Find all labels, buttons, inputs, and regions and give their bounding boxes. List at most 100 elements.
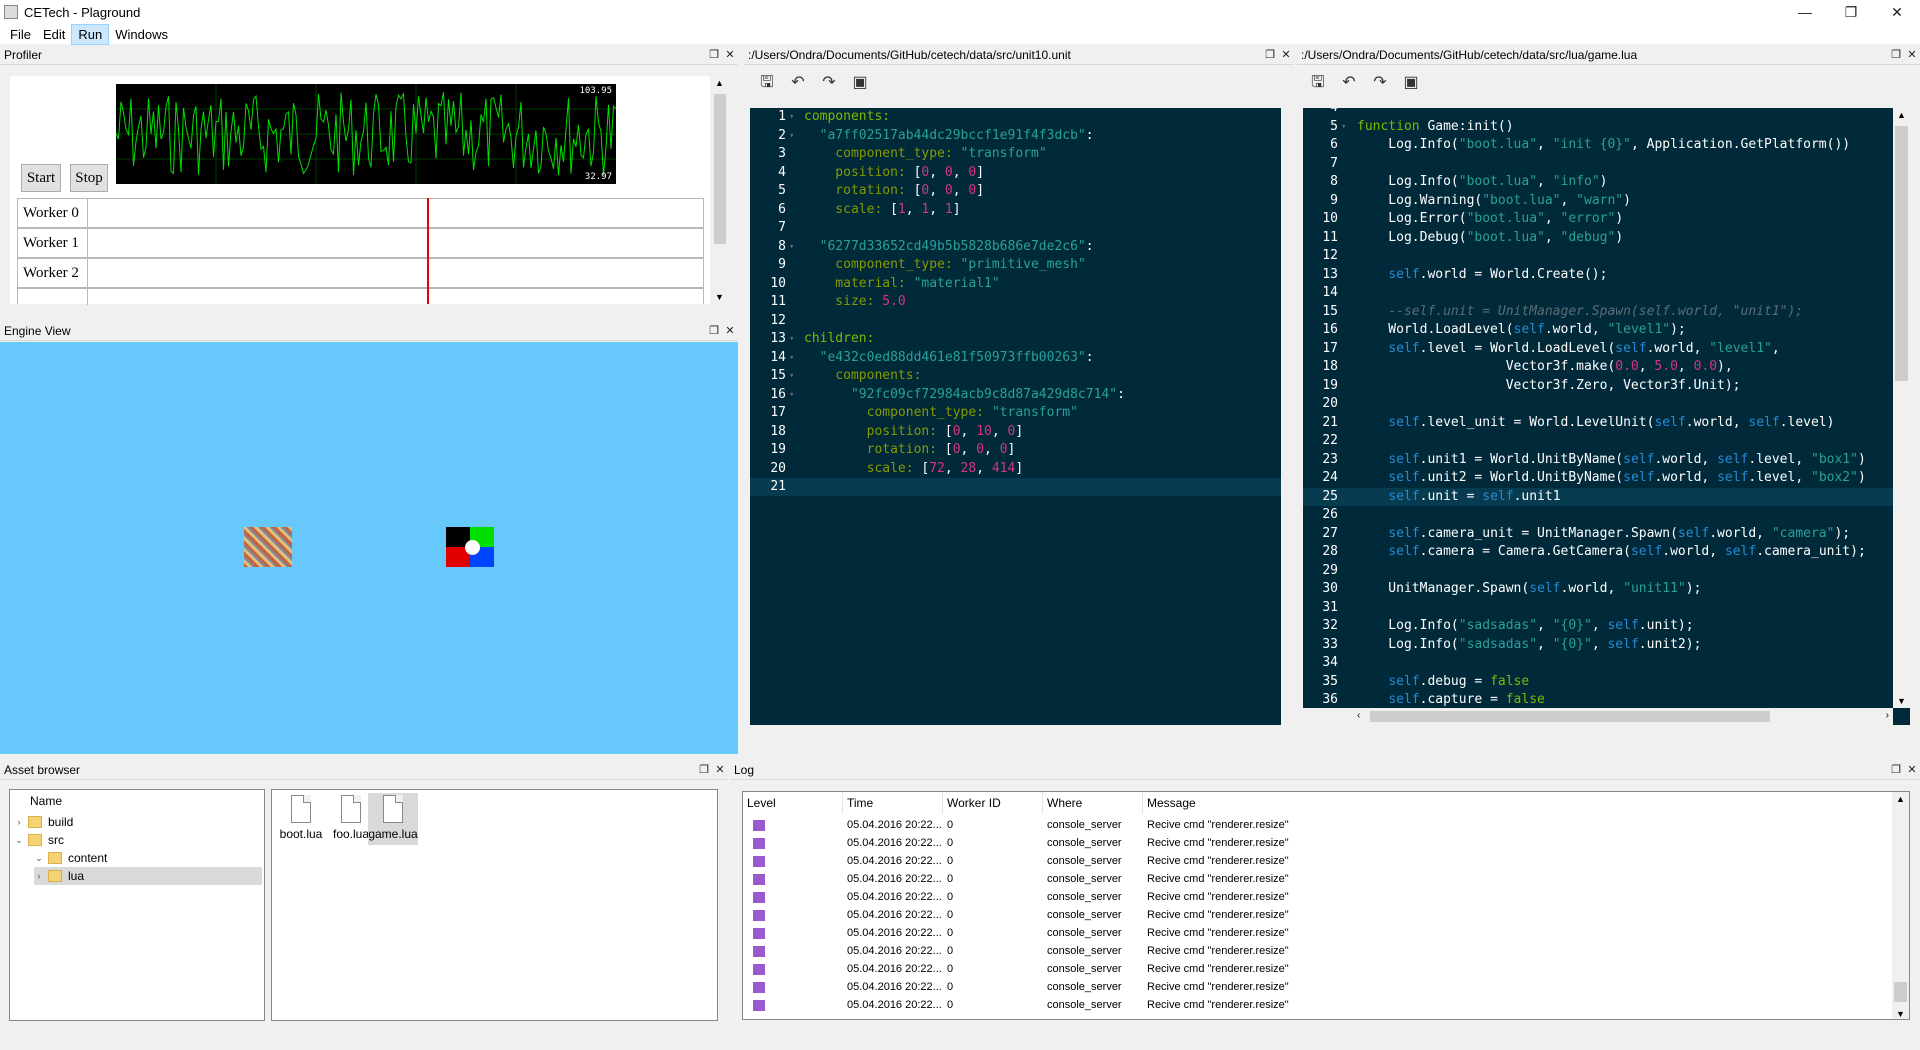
scroll-left-icon[interactable]: ‹ bbox=[1357, 710, 1360, 721]
close-icon[interactable]: ✕ bbox=[1904, 48, 1920, 61]
code-line[interactable]: 31 bbox=[1303, 599, 1893, 617]
code-line[interactable]: 10 material: "material1" bbox=[750, 275, 1281, 293]
file-item-selected[interactable]: game.lua bbox=[368, 793, 418, 845]
stop-button[interactable]: Stop bbox=[70, 164, 108, 192]
code-line[interactable]: 12 bbox=[750, 312, 1281, 330]
redo-icon[interactable]: ↷ bbox=[1371, 74, 1389, 92]
collapse-icon[interactable]: ⌄ bbox=[14, 835, 24, 846]
log-scrollbar[interactable]: ▲ ▼ bbox=[1892, 792, 1909, 1019]
run-icon[interactable]: ▣ bbox=[1402, 74, 1420, 92]
code-line[interactable]: 1 ▾ components: bbox=[750, 108, 1281, 126]
save-icon[interactable]: 🖫 bbox=[758, 74, 776, 92]
start-button[interactable]: Start bbox=[21, 164, 61, 192]
menu-windows[interactable]: Windows bbox=[109, 25, 174, 44]
code-line[interactable]: 26 bbox=[1303, 506, 1893, 524]
code-line[interactable]: 4 position: [0, 0, 0] bbox=[750, 164, 1281, 182]
float-icon[interactable]: ❐ bbox=[696, 763, 712, 776]
log-col-level[interactable]: Level bbox=[743, 792, 843, 814]
undo-icon[interactable]: ↶ bbox=[789, 74, 807, 92]
file-item[interactable]: boot.lua bbox=[276, 793, 326, 845]
fold-icon[interactable]: ▾ bbox=[789, 330, 794, 348]
profiler-scrollbar[interactable]: ▲ ▼ bbox=[712, 76, 728, 304]
code-line[interactable]: 32 Log.Info("sadsadas", "{0}", self.unit… bbox=[1303, 617, 1893, 635]
engine-viewport[interactable] bbox=[0, 342, 738, 754]
scroll-up-icon[interactable]: ▲ bbox=[1896, 794, 1905, 804]
close-icon[interactable]: ✕ bbox=[1904, 763, 1920, 776]
code-line[interactable]: 11 size: 5.0 bbox=[750, 293, 1281, 311]
lua-hscrollbar[interactable]: ‹ › bbox=[1354, 708, 1893, 725]
scroll-down-icon[interactable]: ▼ bbox=[1897, 696, 1906, 706]
code-line[interactable]: 30 UnitManager.Spawn(self.world, "unit11… bbox=[1303, 580, 1893, 598]
float-icon[interactable]: ❐ bbox=[1888, 48, 1904, 61]
code-line[interactable]: 6 Log.Info("boot.lua", "init {0}", Appli… bbox=[1303, 136, 1893, 154]
log-col-message[interactable]: Message bbox=[1143, 792, 1883, 814]
scroll-up-icon[interactable]: ▲ bbox=[715, 78, 724, 88]
code-line[interactable]: 7 bbox=[750, 219, 1281, 237]
code-line[interactable]: 6 scale: [1, 1, 1] bbox=[750, 201, 1281, 219]
save-icon[interactable]: 🖫 bbox=[1309, 74, 1327, 92]
lua-hscroll-thumb[interactable] bbox=[1370, 711, 1770, 722]
code-line[interactable]: 17 self.level = World.LoadLevel(self.wor… bbox=[1303, 340, 1893, 358]
expand-icon[interactable]: › bbox=[14, 817, 24, 827]
fold-icon[interactable]: ▾ bbox=[789, 238, 794, 256]
log-col-worker[interactable]: Worker ID bbox=[943, 792, 1043, 814]
menu-edit[interactable]: Edit bbox=[37, 25, 71, 44]
code-line[interactable]: 7 bbox=[1303, 155, 1893, 173]
log-row[interactable]: 05.04.2016 20:22... 0 console_server Recive… bbox=[743, 870, 1893, 888]
code-line[interactable]: 8 ▾ "6277d33652cd49b5b5828b686e7de2c6": bbox=[750, 238, 1281, 256]
menu-run[interactable]: Run bbox=[71, 23, 110, 45]
scroll-up-icon[interactable]: ▲ bbox=[1897, 110, 1906, 120]
code-line[interactable]: 13 self.world = World.Create(); bbox=[1303, 266, 1893, 284]
code-line[interactable]: 15 ▾ components: bbox=[750, 367, 1281, 385]
close-icon[interactable]: ✕ bbox=[722, 48, 738, 61]
code-line[interactable]: 20 scale: [72, 28, 414] bbox=[750, 460, 1281, 478]
log-row[interactable]: 05.04.2016 20:22... 0 console_server Recive… bbox=[743, 960, 1893, 978]
code-line[interactable]: 34 bbox=[1303, 654, 1893, 672]
tree-item-src[interactable]: ⌄ src bbox=[14, 831, 64, 849]
code-line[interactable]: 14 ▾ "e432c0ed88dd461e81f50973ffb00263": bbox=[750, 349, 1281, 367]
code-line[interactable]: 33 Log.Info("sadsadas", "{0}", self.unit… bbox=[1303, 636, 1893, 654]
tree-item-build[interactable]: › build bbox=[14, 813, 74, 831]
float-icon[interactable]: ❐ bbox=[706, 48, 722, 61]
asset-tree[interactable]: Name › build ⌄ src ⌄ content › lua bbox=[9, 789, 265, 1021]
code-line[interactable]: 18 Vector3f.make(0.0, 5.0, 0.0), bbox=[1303, 358, 1893, 376]
code-line[interactable]: 11 Log.Debug("boot.lua", "debug") bbox=[1303, 229, 1893, 247]
code-line[interactable]: 28 self.camera = Camera.GetCamera(self.w… bbox=[1303, 543, 1893, 561]
run-icon[interactable]: ▣ bbox=[851, 74, 869, 92]
lua-scroll-thumb[interactable] bbox=[1895, 126, 1908, 381]
code-line[interactable]: 27 self.camera_unit = UnitManager.Spawn(… bbox=[1303, 525, 1893, 543]
log-row[interactable]: 05.04.2016 20:22... 0 console_server Recive… bbox=[743, 924, 1893, 942]
log-row[interactable]: 05.04.2016 20:22... 0 console_server Recive… bbox=[743, 978, 1893, 996]
code-line[interactable]: 22 bbox=[1303, 432, 1893, 450]
code-line[interactable]: 5 rotation: [0, 0, 0] bbox=[750, 182, 1281, 200]
code-line[interactable]: 14 bbox=[1303, 284, 1893, 302]
log-col-time[interactable]: Time bbox=[843, 792, 943, 814]
log-col-where[interactable]: Where bbox=[1043, 792, 1143, 814]
fold-icon[interactable]: ▾ bbox=[789, 127, 794, 145]
code-line[interactable]: 5 ▾ function Game:init() bbox=[1303, 118, 1893, 136]
code-line[interactable]: 21 bbox=[750, 478, 1281, 496]
tree-item-content[interactable]: ⌄ content bbox=[34, 849, 107, 867]
maximize-button[interactable]: ❐ bbox=[1828, 0, 1874, 24]
code-line[interactable]: 16 ▾ "92fc09cf72984acb9c8d87a429d8c714": bbox=[750, 386, 1281, 404]
expand-icon[interactable]: › bbox=[34, 871, 44, 881]
scroll-down-icon[interactable]: ▼ bbox=[715, 292, 724, 302]
float-icon[interactable]: ❐ bbox=[706, 324, 722, 337]
code-line[interactable]: 18 position: [0, 10, 0] bbox=[750, 423, 1281, 441]
code-line[interactable]: 35 self.debug = false bbox=[1303, 673, 1893, 691]
log-row[interactable]: 05.04.2016 20:22... 0 console_server Recive… bbox=[743, 888, 1893, 906]
code-line[interactable]: 12 bbox=[1303, 247, 1893, 265]
lua-vscrollbar[interactable]: ▲ ▼ bbox=[1893, 108, 1910, 708]
log-row[interactable]: 05.04.2016 20:22... 0 console_server Recive… bbox=[743, 942, 1893, 960]
minimize-button[interactable]: — bbox=[1782, 0, 1828, 24]
code-line[interactable]: 9 Log.Warning("boot.lua", "warn") bbox=[1303, 192, 1893, 210]
log-row[interactable]: 05.04.2016 20:22... 0 console_server Recive… bbox=[743, 834, 1893, 852]
code-line[interactable]: 2 ▾ "a7ff02517ab44dc29bccf1e91f4f3dcb": bbox=[750, 127, 1281, 145]
code-line[interactable]: 17 component_type: "transform" bbox=[750, 404, 1281, 422]
code-line[interactable]: 13 ▾ children: bbox=[750, 330, 1281, 348]
scroll-down-icon[interactable]: ▼ bbox=[1896, 1009, 1905, 1019]
float-icon[interactable]: ❐ bbox=[1262, 48, 1278, 61]
code-line[interactable]: 16 World.LoadLevel(self.world, "level1")… bbox=[1303, 321, 1893, 339]
code-line[interactable]: 19 rotation: [0, 0, 0] bbox=[750, 441, 1281, 459]
close-icon[interactable]: ✕ bbox=[1278, 48, 1294, 61]
